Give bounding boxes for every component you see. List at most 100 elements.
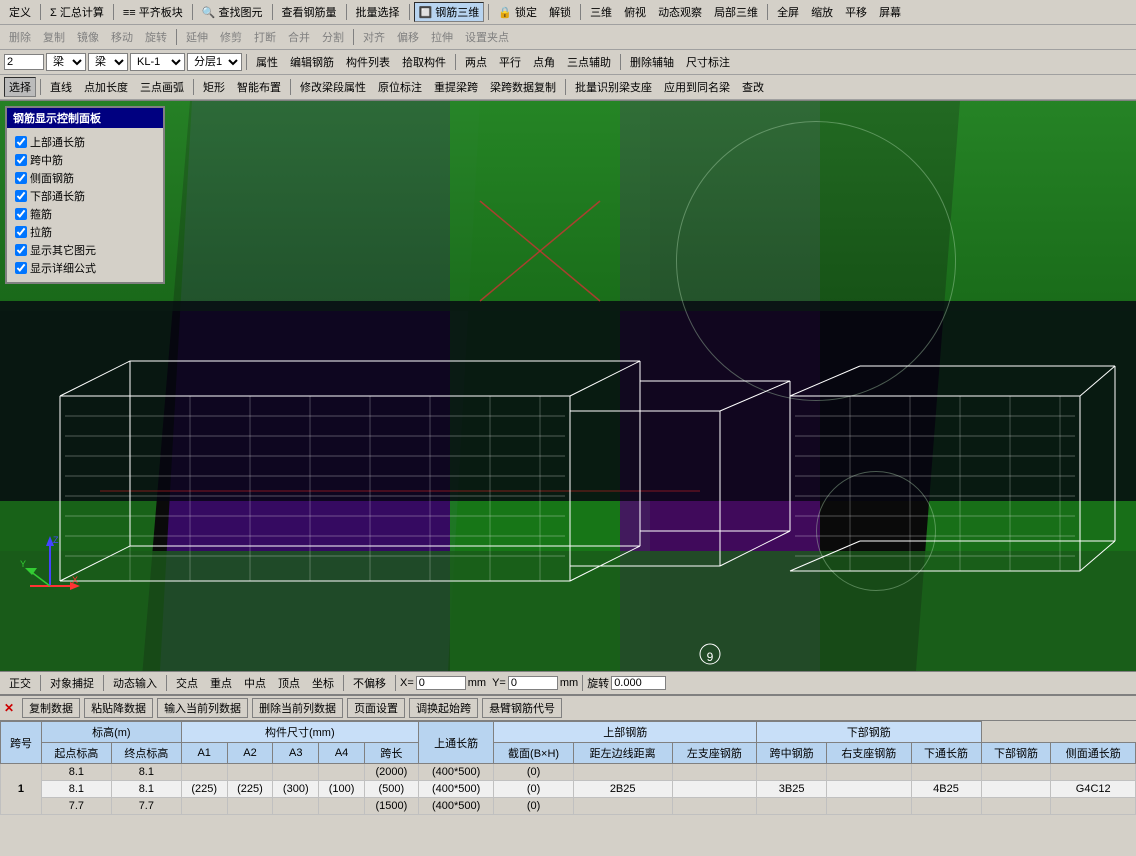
tb-batch-id-support[interactable]: 批量识别梁支座 bbox=[570, 77, 657, 97]
tb-trim[interactable]: 修剪 bbox=[215, 27, 247, 47]
tb-edit-rebar[interactable]: 编辑钢筋 bbox=[285, 52, 339, 72]
viewport[interactable]: 9 钢筋显示控制面板 上部通长筋 跨中筋 侧面钢筋 下部通长筋 bbox=[0, 101, 1136, 671]
tb-copy-span-data[interactable]: 梁跨数据复制 bbox=[485, 77, 561, 97]
cb-tie-input[interactable] bbox=[15, 226, 27, 238]
tb-in-situ-annot[interactable]: 原位标注 bbox=[373, 77, 427, 97]
cb-show-formula[interactable]: 显示详细公式 bbox=[15, 260, 155, 276]
cb-side-rebar[interactable]: 侧面钢筋 bbox=[15, 170, 155, 186]
member-type2-select[interactable]: 梁 bbox=[88, 53, 128, 71]
cb-upper-cont[interactable]: 上部通长筋 bbox=[15, 134, 155, 150]
btn-input-col-data[interactable]: 输入当前列数据 bbox=[157, 698, 248, 718]
tb-unlock[interactable]: 解锁 bbox=[544, 2, 576, 22]
tb-del-aux-axis[interactable]: 删除辅轴 bbox=[625, 52, 679, 72]
tb-split[interactable]: 分割 bbox=[317, 27, 349, 47]
tb-copy[interactable]: 复制 bbox=[38, 27, 70, 47]
btn-paste-data[interactable]: 粘贴降数据 bbox=[84, 698, 153, 718]
y-coordinate-input[interactable] bbox=[508, 676, 558, 690]
tb-smart-layout[interactable]: 智能布置 bbox=[232, 77, 286, 97]
tb-extend[interactable]: 延伸 bbox=[181, 27, 213, 47]
sb-orthogonal[interactable]: 正交 bbox=[4, 673, 36, 693]
tb-break[interactable]: 打断 bbox=[249, 27, 281, 47]
btn-swap-start-span[interactable]: 调换起始跨 bbox=[409, 698, 478, 718]
tb-rotate[interactable]: 旋转 bbox=[140, 27, 172, 47]
sep13 bbox=[455, 54, 456, 70]
tb-view-rebar[interactable]: 查看钢筋量 bbox=[277, 2, 342, 22]
tb-3d[interactable]: 三维 bbox=[585, 2, 617, 22]
tb-component-list[interactable]: 构件列表 bbox=[341, 52, 395, 72]
member-id-select[interactable]: KL-1 bbox=[130, 53, 185, 71]
tb-line[interactable]: 直线 bbox=[45, 77, 77, 97]
cb-lower-cont[interactable]: 下部通长筋 bbox=[15, 188, 155, 204]
steel-panel-title[interactable]: 钢筋显示控制面板 bbox=[7, 108, 163, 128]
tb-topview[interactable]: 俯视 bbox=[619, 2, 651, 22]
member-type-select[interactable]: 梁柱墙 bbox=[46, 53, 86, 71]
tb-dim-annot[interactable]: 尺寸标注 bbox=[681, 52, 735, 72]
tb-rect[interactable]: 矩形 bbox=[198, 77, 230, 97]
tb-rebar-3d[interactable]: 🔲 钢筋三维 bbox=[414, 2, 485, 22]
tb-screen[interactable]: 屏幕 bbox=[874, 2, 906, 22]
tb-dynamic-obs[interactable]: 动态观察 bbox=[653, 2, 707, 22]
panel-close-btn[interactable]: ✕ bbox=[4, 701, 14, 715]
td-end-elev-2: 7.7 bbox=[111, 798, 181, 815]
tb-parallel[interactable]: 平行 bbox=[494, 52, 526, 72]
tb-select[interactable]: 选择 bbox=[4, 77, 36, 97]
btn-del-col-data[interactable]: 删除当前列数据 bbox=[252, 698, 343, 718]
tb-zoom[interactable]: 缩放 bbox=[806, 2, 838, 22]
tb-merge[interactable]: 合并 bbox=[283, 27, 315, 47]
cb-stirrup[interactable]: 箍筋 bbox=[15, 206, 155, 222]
btn-cantilever-code[interactable]: 悬臂钢筋代号 bbox=[482, 698, 562, 718]
tb-batch-select[interactable]: 批量选择 bbox=[351, 2, 405, 22]
floor-number-input[interactable] bbox=[4, 54, 44, 70]
sb-midpoint[interactable]: 中点 bbox=[239, 673, 271, 693]
tb-define[interactable]: 定义 bbox=[4, 2, 36, 22]
cb-span-mid-input[interactable] bbox=[15, 154, 27, 166]
x-coordinate-input[interactable] bbox=[416, 676, 466, 690]
cb-show-formula-input[interactable] bbox=[15, 262, 27, 274]
tb-check-modify[interactable]: 查改 bbox=[737, 77, 769, 97]
tb-grip[interactable]: 设置夹点 bbox=[460, 27, 514, 47]
sb-vertex[interactable]: 顶点 bbox=[273, 673, 305, 693]
tb-apply-same-name[interactable]: 应用到同名梁 bbox=[659, 77, 735, 97]
tb-flatten[interactable]: ≡≡ 平齐板块 bbox=[118, 2, 188, 22]
sb-keypoint[interactable]: 重点 bbox=[205, 673, 237, 693]
cb-lower-cont-input[interactable] bbox=[15, 190, 27, 202]
tb-re-extract-spans[interactable]: 重提梁跨 bbox=[429, 77, 483, 97]
tb-3point-aux[interactable]: 三点辅助 bbox=[562, 52, 616, 72]
tb-stretch[interactable]: 拉伸 bbox=[426, 27, 458, 47]
sb-intersection[interactable]: 交点 bbox=[171, 673, 203, 693]
tb-properties[interactable]: 属性 bbox=[251, 52, 283, 72]
sb-no-offset[interactable]: 不偏移 bbox=[348, 673, 391, 693]
data-table-container[interactable]: 跨号 标高(m) 构件尺寸(mm) 上通长筋 上部钢筋 下部钢筋 起点标高 终点… bbox=[0, 721, 1136, 856]
tb-fullscreen[interactable]: 全屏 bbox=[772, 2, 804, 22]
tb-two-point[interactable]: 两点 bbox=[460, 52, 492, 72]
tb-local-3d[interactable]: 局部三维 bbox=[709, 2, 763, 22]
tb-delete[interactable]: 删除 bbox=[4, 27, 36, 47]
btn-copy-data[interactable]: 复制数据 bbox=[22, 698, 80, 718]
rotate-input[interactable] bbox=[611, 676, 666, 690]
tb-find-element[interactable]: 🔍 查找图元 bbox=[197, 2, 268, 22]
tb-mirror[interactable]: 镜像 bbox=[72, 27, 104, 47]
cb-side-rebar-input[interactable] bbox=[15, 172, 27, 184]
tb-3point-arc[interactable]: 三点画弧 bbox=[135, 77, 189, 97]
cb-span-mid[interactable]: 跨中筋 bbox=[15, 152, 155, 168]
tb-align[interactable]: 对齐 bbox=[358, 27, 390, 47]
cb-stirrup-input[interactable] bbox=[15, 208, 27, 220]
btn-page-setup[interactable]: 页面设置 bbox=[347, 698, 405, 718]
cb-upper-cont-input[interactable] bbox=[15, 136, 27, 148]
tb-offset[interactable]: 偏移 bbox=[392, 27, 424, 47]
sb-coordinate[interactable]: 坐标 bbox=[307, 673, 339, 693]
cb-tie[interactable]: 拉筋 bbox=[15, 224, 155, 240]
layer-select[interactable]: 分层1 bbox=[187, 53, 242, 71]
tb-point-len[interactable]: 点加长度 bbox=[79, 77, 133, 97]
tb-point-angle[interactable]: 点角 bbox=[528, 52, 560, 72]
cb-show-other-input[interactable] bbox=[15, 244, 27, 256]
tb-modify-seg-prop[interactable]: 修改梁段属性 bbox=[295, 77, 371, 97]
tb-calc[interactable]: Σ 汇总计算 bbox=[45, 2, 109, 22]
tb-pan[interactable]: 平移 bbox=[840, 2, 872, 22]
sb-dynamic-input[interactable]: 动态输入 bbox=[108, 673, 162, 693]
cb-show-other[interactable]: 显示其它图元 bbox=[15, 242, 155, 258]
sb-snap[interactable]: 对象捕捉 bbox=[45, 673, 99, 693]
tb-lock[interactable]: 🔒 锁定 bbox=[493, 2, 542, 22]
tb-pick-component[interactable]: 拾取构件 bbox=[397, 52, 451, 72]
tb-move[interactable]: 移动 bbox=[106, 27, 138, 47]
